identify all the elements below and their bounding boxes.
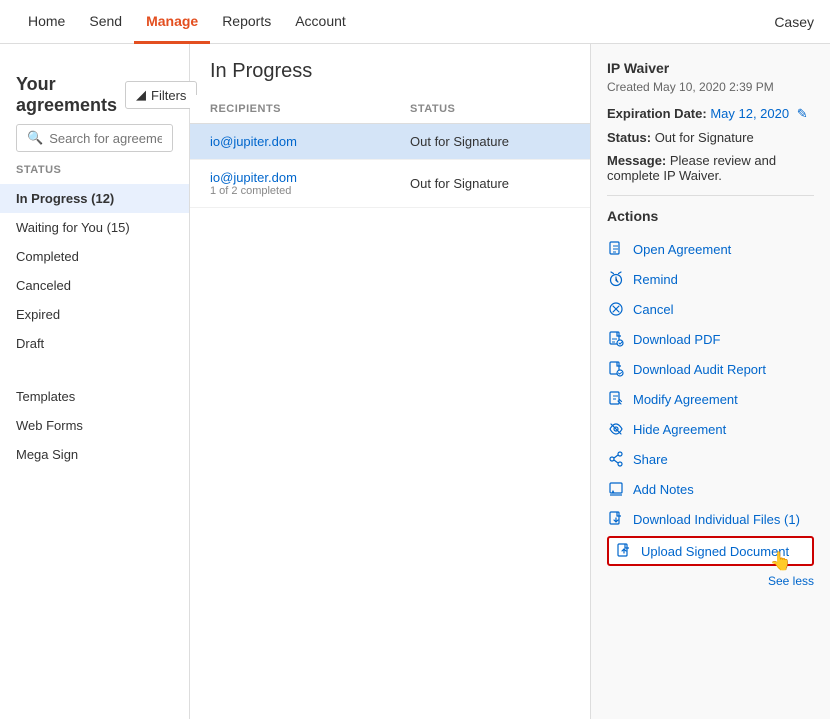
- sidebar-item-templates[interactable]: Templates: [0, 382, 189, 411]
- sidebar-item-canceled[interactable]: Canceled: [0, 271, 189, 300]
- sidebar-item-draft[interactable]: Draft: [0, 329, 189, 358]
- action-label: Share: [633, 452, 668, 467]
- action-label: Add Notes: [633, 482, 694, 497]
- agreement-area: In Progress RECIPIENTS STATUS io@jupiter…: [190, 44, 590, 719]
- action-open-agreement[interactable]: Open Agreement: [607, 234, 814, 264]
- action-cancel[interactable]: Cancel: [607, 294, 814, 324]
- expiration-label: Expiration Date:: [607, 106, 707, 121]
- content-panel: In Progress RECIPIENTS STATUS io@jupiter…: [190, 44, 830, 719]
- nav-account[interactable]: Account: [283, 0, 358, 44]
- sidebar-header: Your agreements ◢ Filters: [0, 60, 189, 124]
- action-upload-signed[interactable]: Upload Signed Document 👆: [607, 536, 814, 566]
- edit-icon[interactable]: ✎: [797, 106, 808, 121]
- agreements-list: io@jupiter.dom Out for Signature io@jupi…: [190, 124, 590, 719]
- col-status: STATUS: [410, 103, 570, 115]
- action-share[interactable]: Share: [607, 444, 814, 474]
- sidebar-item-mega-sign[interactable]: Mega Sign: [0, 440, 189, 469]
- sidebar-item-completed[interactable]: Completed: [0, 242, 189, 271]
- action-label: Download Audit Report: [633, 362, 766, 377]
- search-input[interactable]: [49, 131, 162, 146]
- sidebar-item-in-progress[interactable]: In Progress (12): [0, 184, 189, 213]
- filter-label: Filters: [151, 88, 186, 103]
- see-less-link[interactable]: See less: [607, 574, 814, 588]
- status-label: Status:: [607, 130, 651, 145]
- search-icon: 🔍: [27, 130, 43, 146]
- audit-icon: [607, 360, 625, 378]
- nav-manage[interactable]: Manage: [134, 0, 210, 44]
- panel-doc-title: IP Waiver: [607, 60, 814, 76]
- row-status: Out for Signature: [410, 134, 570, 149]
- action-label: Download Individual Files (1): [633, 512, 800, 527]
- status-section-label: STATUS: [0, 164, 189, 184]
- panel-status: Status: Out for Signature: [607, 130, 814, 145]
- action-download-files[interactable]: Download Individual Files (1): [607, 504, 814, 534]
- panel-message: Message: Please review and complete IP W…: [607, 153, 814, 183]
- sidebar-item-web-forms[interactable]: Web Forms: [0, 411, 189, 440]
- share-icon: [607, 450, 625, 468]
- col-recipients: RECIPIENTS: [210, 103, 410, 115]
- table-row[interactable]: io@jupiter.dom 1 of 2 completed Out for …: [190, 160, 590, 208]
- nav-send[interactable]: Send: [77, 0, 134, 44]
- action-hide[interactable]: Hide Agreement: [607, 414, 814, 444]
- clock-icon: [607, 270, 625, 288]
- in-progress-header: In Progress: [190, 44, 590, 95]
- row-sub: 1 of 2 completed: [210, 185, 410, 197]
- nav-home[interactable]: Home: [16, 0, 77, 44]
- action-label: Modify Agreement: [633, 392, 738, 407]
- message-label: Message:: [607, 153, 666, 168]
- row-status: Out for Signature: [410, 176, 570, 191]
- nav-reports[interactable]: Reports: [210, 0, 283, 44]
- files-icon: [607, 510, 625, 528]
- cancel-icon: [607, 300, 625, 318]
- main-layout: Your agreements ◢ Filters 🔍 STATUS In Pr…: [0, 44, 830, 719]
- notes-icon: [607, 480, 625, 498]
- action-label: Cancel: [633, 302, 673, 317]
- row-recipients: io@jupiter.dom 1 of 2 completed: [210, 170, 410, 197]
- sidebar-item-expired[interactable]: Expired: [0, 300, 189, 329]
- section-title: In Progress: [210, 60, 312, 82]
- top-navigation: Home Send Manage Reports Account Casey: [0, 0, 830, 44]
- panel-created: Created May 10, 2020 2:39 PM: [607, 80, 814, 94]
- filter-button[interactable]: ◢ Filters: [125, 81, 197, 109]
- upload-icon: [615, 542, 633, 560]
- user-name: Casey: [774, 14, 814, 30]
- action-label: Open Agreement: [633, 242, 731, 257]
- action-label: Hide Agreement: [633, 422, 726, 437]
- panel-divider: [607, 195, 814, 196]
- sidebar-item-waiting[interactable]: Waiting for You (15): [0, 213, 189, 242]
- expiration-value: May 12, 2020: [710, 106, 789, 121]
- search-container: 🔍: [16, 124, 173, 152]
- row-email: io@jupiter.dom: [210, 170, 410, 185]
- pdf-icon: [607, 330, 625, 348]
- row-recipients: io@jupiter.dom: [210, 134, 410, 149]
- action-modify[interactable]: Modify Agreement: [607, 384, 814, 414]
- panel-expiration: Expiration Date: May 12, 2020 ✎: [607, 106, 814, 122]
- action-label: Download PDF: [633, 332, 720, 347]
- cursor-indicator: 👆: [770, 551, 792, 572]
- action-download-pdf[interactable]: Download PDF: [607, 324, 814, 354]
- action-add-notes[interactable]: Add Notes: [607, 474, 814, 504]
- actions-title: Actions: [607, 208, 814, 224]
- right-panel: IP Waiver Created May 10, 2020 2:39 PM E…: [590, 44, 830, 719]
- row-email: io@jupiter.dom: [210, 134, 410, 149]
- action-remind[interactable]: Remind: [607, 264, 814, 294]
- sidebar-title: Your agreements: [16, 74, 117, 116]
- action-label: Upload Signed Document: [641, 544, 789, 559]
- action-label: Remind: [633, 272, 678, 287]
- doc-icon: [607, 240, 625, 258]
- table-row[interactable]: io@jupiter.dom Out for Signature: [190, 124, 590, 160]
- sidebar: Your agreements ◢ Filters 🔍 STATUS In Pr…: [0, 44, 190, 719]
- hide-icon: [607, 420, 625, 438]
- table-header: RECIPIENTS STATUS: [190, 95, 590, 124]
- status-value: Out for Signature: [655, 130, 754, 145]
- modify-icon: [607, 390, 625, 408]
- filter-icon: ◢: [136, 87, 146, 103]
- action-download-audit[interactable]: Download Audit Report: [607, 354, 814, 384]
